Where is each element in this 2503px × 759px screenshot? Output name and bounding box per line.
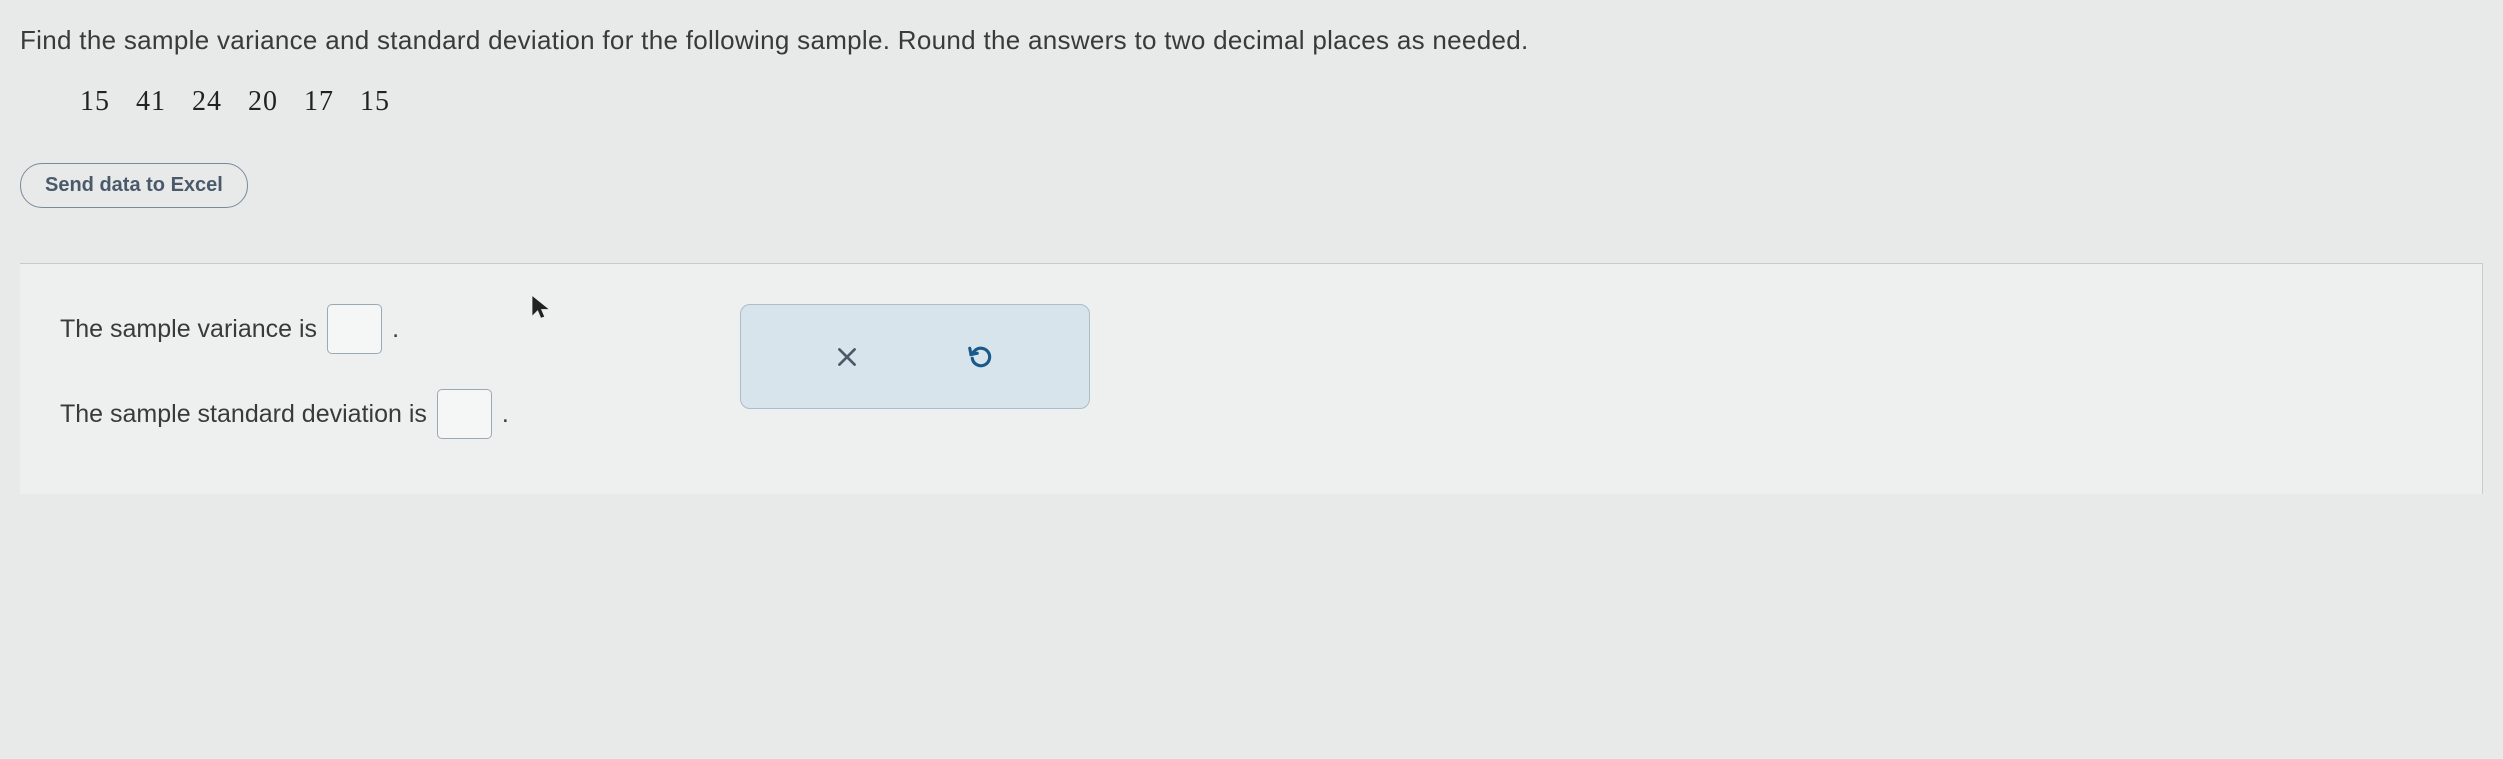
sample-data-values: 15 41 24 20 17 15 (80, 86, 2483, 118)
send-to-excel-button[interactable]: Send data to Excel (20, 163, 248, 208)
answer-panel: The sample variance is . The sample stan… (20, 263, 2483, 494)
reset-icon[interactable] (966, 342, 996, 372)
stddev-answer-line: The sample standard deviation is . (60, 389, 2442, 439)
period-text: . (502, 400, 509, 429)
variance-answer-line: The sample variance is . (60, 304, 2442, 354)
mouse-cursor-icon (530, 294, 552, 322)
question-prompt: Find the sample variance and standard de… (20, 25, 2483, 56)
variance-input[interactable] (327, 304, 382, 354)
stddev-label: The sample standard deviation is (60, 400, 427, 429)
stddev-input[interactable] (437, 389, 492, 439)
variance-label: The sample variance is (60, 315, 317, 344)
action-toolbox (740, 304, 1090, 409)
period-text: . (392, 315, 399, 344)
clear-x-icon[interactable] (834, 344, 860, 370)
